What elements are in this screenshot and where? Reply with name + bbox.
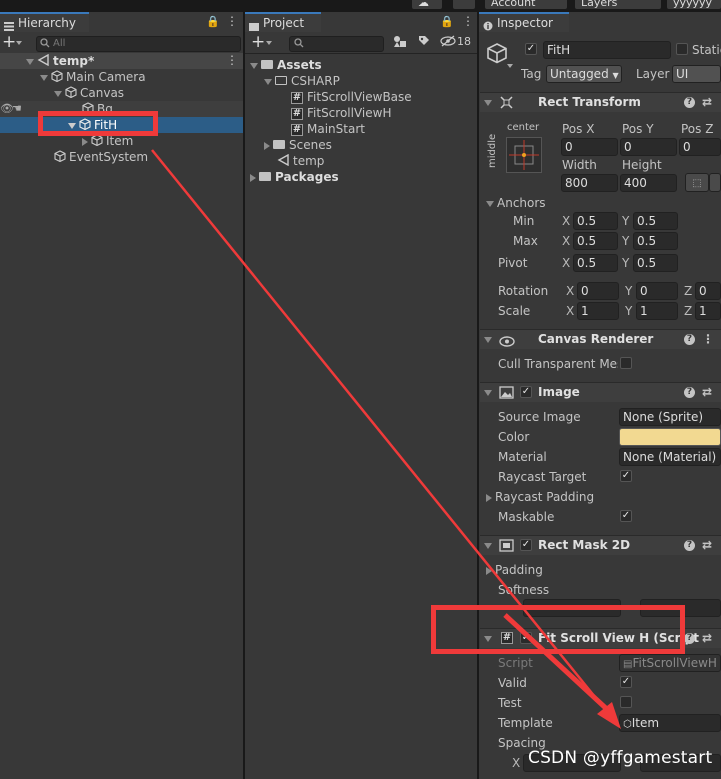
- watermark-text: CSDN @yffgamestart: [528, 748, 713, 768]
- annotation-arrow-thick: [503, 613, 612, 714]
